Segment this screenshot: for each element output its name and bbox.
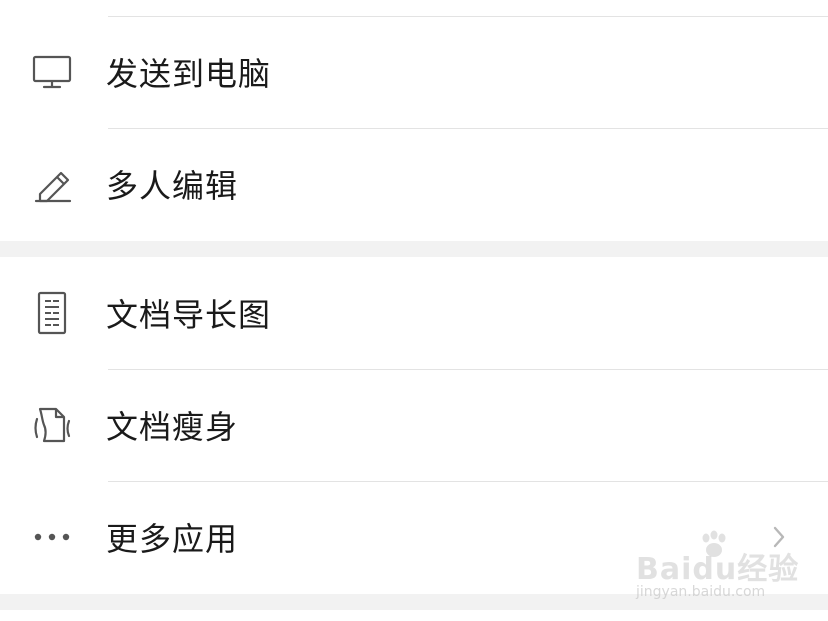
menu-item-export-long-image[interactable]: 文档导长图: [0, 257, 828, 369]
menu-item-multi-edit[interactable]: 多人编辑: [0, 129, 828, 239]
menu-item-slim-document[interactable]: 文档瘦身: [0, 370, 828, 480]
menu-item-label: 发送到电脑: [106, 55, 272, 93]
menu-item-label: 多人编辑: [106, 167, 239, 205]
long-document-icon: [30, 291, 74, 335]
chevron-right-icon: [773, 526, 785, 548]
section-separator: [0, 241, 828, 257]
menu-item-more-apps[interactable]: 更多应用: [0, 482, 828, 592]
monitor-icon: [30, 50, 74, 94]
slim-document-icon: [30, 403, 74, 447]
menu-item-label: 更多应用: [106, 520, 239, 558]
section-separator: [0, 594, 828, 610]
pencil-icon: [30, 162, 74, 206]
menu-item-label: 文档瘦身: [106, 408, 239, 446]
share-menu-screen: 发送到电脑 多人编辑 文档导长图 文档瘦身 更多应用 Baidu经验 jingy…: [0, 0, 828, 621]
menu-item-label: 文档导长图: [106, 296, 272, 334]
menu-item-send-to-computer[interactable]: 发送到电脑: [0, 17, 828, 127]
more-dots-icon: [30, 515, 74, 559]
